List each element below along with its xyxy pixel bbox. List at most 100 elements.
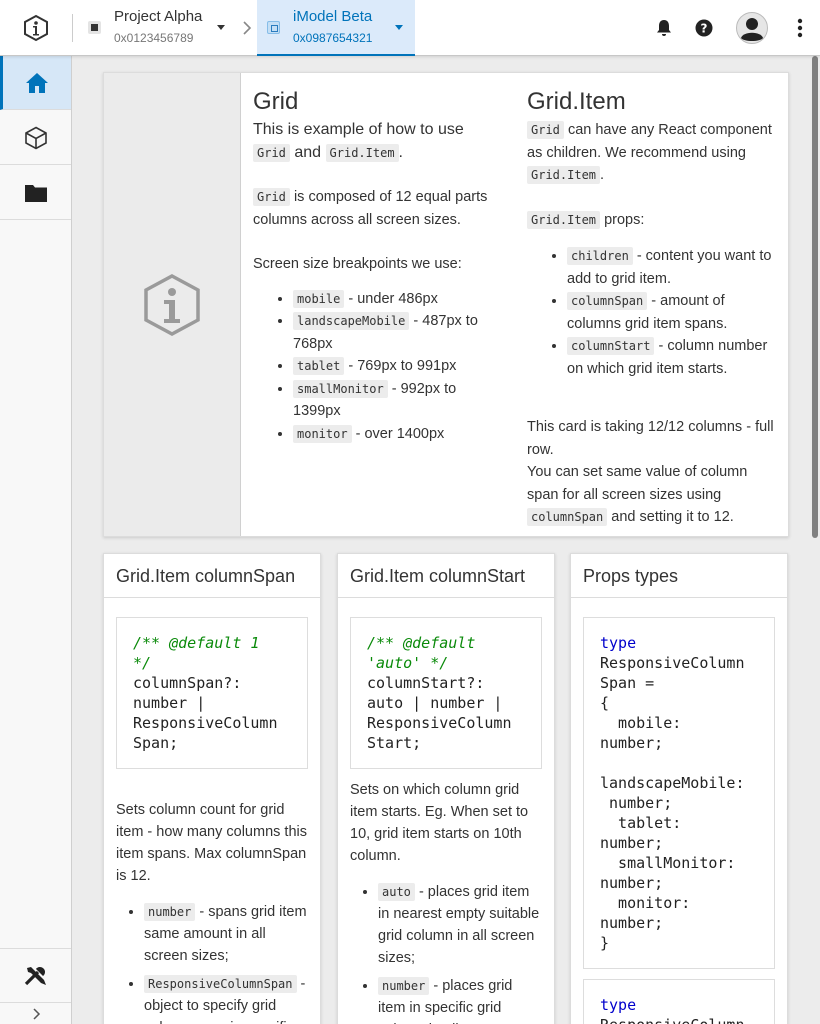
app-logo-icon[interactable] (22, 14, 50, 42)
code: columnSpan (567, 292, 648, 310)
card-body: /** @default 1 */ columnSpan?: number | … (104, 598, 320, 1024)
code: monitor (293, 424, 352, 443)
project-selector[interactable]: Project Alpha 0x0123456789 (78, 0, 254, 56)
card-list: number - spans grid item same amount in … (144, 901, 308, 1024)
code: auto (378, 883, 415, 901)
full-row-note: This card is taking 12/12 columns - full… (527, 419, 774, 458)
list-item: landscapeMobile - 487px to 768px (293, 310, 499, 355)
code-block: /** @default 'auto' */ columnStart?: aut… (350, 617, 542, 769)
cube-icon (24, 126, 47, 149)
code-block: type ResponsiveColumn Span = { mobile: n… (583, 617, 775, 969)
grid-heading: Grid (253, 88, 299, 115)
code-comment: */ (133, 654, 152, 672)
code: columnSpan (527, 508, 608, 526)
column-span-card: Grid.Item columnSpan /** @default 1 */ c… (103, 553, 321, 1024)
user-avatar[interactable] (736, 12, 768, 44)
caret-down-icon (217, 25, 225, 30)
text: - under 486px (348, 290, 438, 307)
card-body: /** @default 'auto' */ columnStart?: aut… (338, 598, 554, 1024)
text: . (600, 167, 605, 183)
code: Grid (527, 121, 564, 139)
code-text: ResponsiveColumn (600, 1016, 745, 1024)
project-title: Project Alpha (114, 8, 203, 25)
code-text: ResponsiveColumn Span = { mobile: number… (600, 654, 745, 952)
code: children (567, 247, 633, 265)
imodel-selector[interactable]: iModel Beta 0x0987654321 (257, 0, 415, 56)
list-item: smallMonitor - 992px to 1399px (293, 378, 499, 423)
text: - over 1400px (355, 425, 445, 442)
column-span-note: You can set same value of column span fo… (527, 461, 781, 529)
sidebar-item-home[interactable] (0, 56, 71, 110)
grid-composition: Grid is composed of 12 equal parts colum… (253, 186, 499, 231)
scrollbar-thumb[interactable] (812, 56, 818, 538)
card-title: Grid.Item columnStart (338, 554, 554, 598)
text: and (294, 143, 322, 161)
header-divider (72, 14, 73, 42)
sidebar-item-files[interactable] (0, 166, 71, 220)
more-menu-button[interactable] (786, 14, 814, 42)
code-block: type ResponsiveColumn (583, 979, 775, 1024)
help-button[interactable]: ? (690, 14, 718, 42)
code: landscapeMobile (293, 312, 410, 330)
card-title: Grid.Item columnSpan (104, 554, 320, 598)
code: Grid.Item (325, 143, 399, 162)
project-id: 0x0123456789 (114, 31, 194, 45)
tools-icon (24, 966, 46, 985)
code-comment: 'auto' */ (367, 654, 449, 672)
props-types-card: Props types type ResponsiveColumn Span =… (570, 553, 788, 1024)
grid-item-heading: Grid.Item (527, 88, 626, 115)
list-item: monitor - over 1400px (293, 423, 499, 446)
code-keyword: type (600, 996, 637, 1014)
imodel-id: 0x0987654321 (293, 31, 373, 45)
list-item: children - content you want to add to gr… (567, 245, 781, 290)
breakpoints-list: mobile - under 486px landscapeMobile - 4… (293, 288, 499, 446)
card-description: Sets on which column grid item starts. E… (350, 782, 529, 864)
list-item: ResponsiveColumnSpan - object to specify… (144, 973, 308, 1024)
code-text: columnSpan?: number | ResponsiveColumn S… (133, 674, 278, 752)
text: This is example of how to use (253, 121, 464, 138)
code-comment: /** @default 1 (133, 634, 260, 652)
sidebar-item-models[interactable] (0, 111, 71, 165)
list-item: auto - places grid item in nearest empty… (378, 881, 542, 969)
code-text: columnStart?: auto | number | Responsive… (367, 674, 512, 752)
card-body: type ResponsiveColumn Span = { mobile: n… (571, 598, 787, 1024)
code-block: /** @default 1 */ columnSpan?: number | … (116, 617, 308, 769)
chevron-right-icon (32, 1008, 40, 1020)
code-comment: /** @default (367, 634, 476, 652)
sidebar-expand-button[interactable] (0, 1003, 71, 1024)
info-hexagon-icon (144, 274, 200, 336)
folder-icon (24, 184, 47, 202)
caret-down-icon (395, 25, 403, 30)
code: Grid (253, 188, 290, 206)
code: columnStart (567, 337, 655, 355)
code: tablet (293, 357, 345, 375)
project-icon (88, 21, 101, 34)
svg-text:?: ? (701, 22, 708, 36)
list-item: mobile - under 486px (293, 288, 499, 311)
list-item: tablet - 769px to 991px (293, 355, 499, 378)
notifications-button[interactable] (650, 14, 678, 42)
side-navigation (0, 56, 72, 1024)
chevron-right-icon (243, 21, 252, 35)
user-icon (736, 12, 768, 44)
grid-intro-card: Grid This is example of how to use Grid … (103, 72, 789, 537)
breakpoints-intro: Screen size breakpoints we use: (253, 256, 462, 272)
code: smallMonitor (293, 379, 388, 398)
grid-item-intro: Grid can have any React component as chi… (527, 119, 781, 187)
imodel-title: iModel Beta (293, 8, 373, 25)
text: You can set same value of column span fo… (527, 464, 748, 503)
code: Grid (253, 143, 290, 162)
app-header: Project Alpha 0x0123456789 iModel Beta 0… (0, 0, 820, 56)
home-icon (26, 72, 48, 93)
text: - 769px to 991px (348, 358, 457, 374)
props-intro: Grid.Item props: (527, 209, 781, 232)
list-item: number - spans grid item same amount in … (144, 901, 308, 967)
sidebar-item-settings[interactable] (0, 949, 71, 1003)
sidebar-footer (0, 948, 71, 1024)
code: number (144, 903, 196, 921)
code: number (378, 977, 430, 995)
card-title: Props types (571, 554, 787, 598)
card-description: Sets column count for grid item - how ma… (116, 802, 307, 884)
code: Grid.Item (527, 166, 601, 184)
column-start-card: Grid.Item columnStart /** @default 'auto… (337, 553, 555, 1024)
